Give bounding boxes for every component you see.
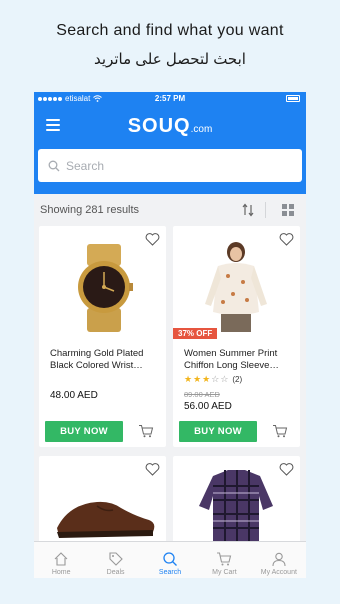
- cart-icon: [217, 552, 232, 566]
- buy-now-button[interactable]: BUY NOW: [179, 421, 257, 442]
- tab-home[interactable]: Home: [34, 542, 88, 578]
- status-time: 2:57 PM: [154, 94, 186, 103]
- grid-view-icon[interactable]: [282, 204, 294, 216]
- blouse-image: [205, 242, 267, 332]
- logo-domain: .com: [190, 124, 213, 135]
- discount-badge: 37% OFF: [173, 328, 218, 339]
- watch-image: [78, 244, 133, 332]
- tab-deals[interactable]: Deals: [88, 542, 142, 578]
- tab-my-account[interactable]: My Account: [252, 542, 306, 578]
- star-empty-icon: ☆: [220, 374, 229, 384]
- search-input[interactable]: Search: [38, 149, 302, 182]
- star-icon: ★: [202, 374, 211, 384]
- promo-english: Search and find what you want: [56, 22, 284, 39]
- tag-icon: [109, 552, 123, 566]
- tab-label: Home: [51, 569, 71, 576]
- product-title: Women Summer Print Chiffon Long Sleeve…: [184, 348, 279, 371]
- promo-banner: Search and find what you want ابحث لتحصل…: [0, 0, 340, 92]
- search-icon: [48, 160, 60, 171]
- battery-icon: [286, 95, 300, 102]
- cart-icon[interactable]: [138, 424, 154, 438]
- star-icon: ★: [184, 374, 193, 384]
- product-price: 48.00 AED: [50, 390, 98, 401]
- tab-label: Search: [158, 569, 182, 576]
- search-area: Search: [34, 149, 306, 194]
- home-icon: [54, 552, 68, 566]
- promo-arabic: ابحث لتحصل على ماتريد: [94, 51, 246, 68]
- status-bar: etisalat 2:57 PM: [34, 92, 306, 105]
- tab-search[interactable]: Search: [143, 542, 197, 578]
- heart-icon[interactable]: [145, 463, 160, 476]
- product-card-shirt[interactable]: [173, 456, 300, 546]
- search-icon: [163, 552, 177, 566]
- product-card-watch[interactable]: Charming Gold Plated Black Colored Wrist…: [39, 226, 166, 447]
- star-empty-icon: ☆: [211, 374, 220, 384]
- star-icon: ★: [193, 374, 202, 384]
- product-grid: Charming Gold Plated Black Colored Wrist…: [34, 226, 306, 546]
- product-price: 56.00 AED: [184, 401, 232, 412]
- phone-screen: etisalat 2:57 PM SOUQ.com Search Showing…: [34, 92, 306, 578]
- souq-logo: SOUQ.com: [34, 115, 306, 138]
- logo-text: SOUQ: [127, 115, 191, 137]
- product-card-blouse[interactable]: 37% OFF Women Summer Print Chiffon Long …: [173, 226, 300, 447]
- buy-now-button[interactable]: BUY NOW: [45, 421, 123, 442]
- tab-my-cart[interactable]: My Cart: [197, 542, 251, 578]
- app-header: SOUQ.com: [34, 105, 306, 149]
- divider: [265, 202, 266, 218]
- rating: ★ ★ ★ ☆ ☆ (2): [184, 374, 242, 385]
- old-price: 89.00 AED: [184, 390, 220, 399]
- user-icon: [272, 552, 286, 567]
- shoe-image: [57, 501, 155, 538]
- results-count: Showing 281 results: [40, 204, 140, 216]
- tab-label: Deals: [106, 569, 125, 576]
- product-card-shoe[interactable]: [39, 456, 166, 546]
- search-placeholder: Search: [66, 158, 105, 173]
- tab-label: My Cart: [212, 569, 237, 576]
- rating-count: (2): [232, 375, 243, 384]
- results-bar: Showing 281 results: [34, 194, 306, 226]
- cart-icon[interactable]: [272, 424, 288, 438]
- product-title: Charming Gold Plated Black Colored Wrist…: [50, 348, 144, 371]
- tab-bar: Home Deals Search My Cart My Account: [34, 541, 306, 578]
- sort-icon[interactable]: [242, 202, 254, 218]
- shirt-image: [199, 470, 273, 546]
- tab-label: My Account: [260, 569, 297, 576]
